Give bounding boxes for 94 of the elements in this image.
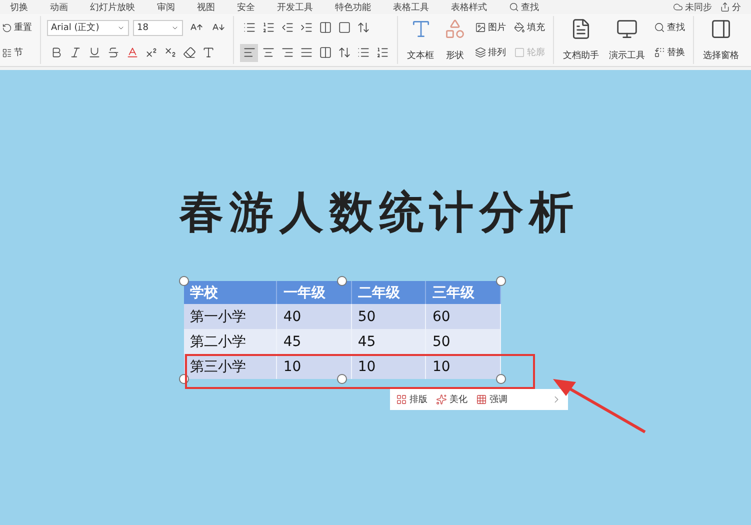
- image-icon: [475, 22, 486, 33]
- ribbon-tab[interactable]: 表格样式: [451, 0, 487, 14]
- font-color-icon: [126, 46, 138, 59]
- ribbon-button[interactable]: 演示工具: [606, 16, 648, 64]
- replace-icon: [654, 47, 665, 58]
- search-tab[interactable]: 查找: [509, 0, 539, 14]
- distribute-icon: [318, 46, 332, 59]
- columns-icon: [318, 21, 332, 34]
- underline-icon: [88, 46, 100, 59]
- resize-handle[interactable]: [337, 374, 347, 384]
- outdent-icon: [280, 21, 294, 34]
- ribbon-button[interactable]: 查找: [652, 18, 687, 38]
- outline-icon: [514, 47, 525, 58]
- italic-icon: [68, 46, 82, 59]
- align-left-button[interactable]: [240, 44, 258, 62]
- resize-handle[interactable]: [496, 374, 506, 384]
- text-box-icon: [338, 21, 350, 34]
- reset-icon: [2, 22, 12, 32]
- toolbar-button[interactable]: 排版: [396, 393, 428, 406]
- share-button[interactable]: 分: [720, 0, 741, 14]
- sync-button[interactable]: 未同步: [673, 0, 712, 14]
- indent-icon: [300, 21, 312, 34]
- ribbon-button[interactable]: 排列: [473, 42, 508, 62]
- ribbon-tab[interactable]: 视图: [197, 0, 215, 14]
- column-header: 三年级: [426, 281, 500, 304]
- column-header: 一年级: [276, 281, 352, 304]
- table-cell: 50: [351, 304, 426, 329]
- table-cell: 40: [276, 304, 352, 329]
- eraser-icon: [182, 46, 196, 59]
- table-cell: 第一小学: [184, 304, 277, 329]
- justify-icon: [300, 46, 312, 59]
- monitor-icon: [616, 18, 638, 40]
- ribbon-tab[interactable]: 特色功能: [335, 0, 371, 14]
- search-label: 查找: [521, 2, 539, 14]
- ribbon-tab[interactable]: 切换: [10, 0, 28, 14]
- grid-icon: [476, 394, 486, 405]
- table-cell: 第二小学: [184, 329, 277, 354]
- table-cell: 45: [276, 329, 352, 354]
- ribbon-button[interactable]: 重置: [0, 18, 34, 38]
- line-spacing-icon: [356, 21, 370, 34]
- toolbar-button[interactable]: 强调: [476, 393, 508, 406]
- table-cell: 10: [351, 354, 426, 379]
- ribbon-tab[interactable]: 安全: [237, 0, 255, 14]
- ribbon-button[interactable]: 图片: [473, 18, 508, 38]
- list-icon: [2, 48, 12, 58]
- ribbon-button[interactable]: 替换: [652, 42, 687, 62]
- ribbon-tab[interactable]: 表格工具: [393, 0, 429, 14]
- share-icon: [720, 2, 730, 12]
- column-header: 二年级: [351, 281, 426, 304]
- ribbon-button[interactable]: 文本框: [404, 16, 437, 64]
- resize-handle[interactable]: [179, 276, 189, 286]
- pane-icon: [710, 18, 732, 40]
- ribbon-button[interactable]: 节: [0, 42, 34, 62]
- resize-handle[interactable]: [496, 276, 506, 286]
- toolbar-button[interactable]: 美化: [436, 393, 468, 406]
- table-cell: 60: [426, 304, 500, 329]
- column-header: 学校: [184, 281, 277, 304]
- table-cell: 10: [426, 354, 500, 379]
- list-format-icon: [376, 46, 388, 59]
- ribbon-button[interactable]: 选择窗格: [700, 16, 742, 64]
- strikethrough-icon: [106, 46, 120, 59]
- search-icon: [509, 2, 519, 12]
- slide-title: 春游人数统计分析: [180, 188, 580, 238]
- table-cell: 45: [351, 329, 426, 354]
- search-icon: [654, 22, 665, 33]
- text-style-icon: [202, 46, 214, 59]
- document-icon: [570, 18, 592, 40]
- ribbon-tab[interactable]: 幻灯片放映: [90, 0, 135, 14]
- font-name-field[interactable]: Arial (正文): [47, 20, 129, 36]
- align-left-icon: [242, 46, 256, 59]
- fill-icon: [514, 22, 525, 33]
- spacing-icon: [338, 46, 350, 59]
- layers-icon: [475, 47, 486, 58]
- cloud-icon: [673, 2, 683, 12]
- subscript-icon: [164, 46, 176, 59]
- resize-handle[interactable]: [337, 276, 347, 286]
- ribbon-tab[interactable]: 开发工具: [277, 0, 313, 14]
- font-size-field[interactable]: 18: [133, 20, 183, 36]
- data-table[interactable]: 学校 一年级 二年级 三年级 第一小学 40 50 60 第二小学 45 45 50 第三小学 10 10 10: [184, 281, 501, 379]
- ribbon-button[interactable]: 填充: [512, 18, 547, 38]
- sparkle-icon: [436, 394, 446, 405]
- superscript-icon: [144, 46, 158, 59]
- table-cell: 第三小学: [184, 354, 277, 379]
- ribbon-button[interactable]: 文档助手: [560, 16, 602, 64]
- ribbon-button[interactable]: 形状: [441, 16, 469, 64]
- table-cell: 50: [426, 329, 500, 354]
- ribbon-tab[interactable]: 审阅: [157, 0, 175, 14]
- ribbon-tab[interactable]: 动画: [50, 0, 68, 14]
- align-right-icon: [280, 46, 294, 59]
- layout-icon: [396, 394, 406, 405]
- shapes-icon: [444, 18, 466, 40]
- numbered-list-icon: [262, 21, 274, 34]
- table-cell: 10: [276, 354, 352, 379]
- align-center-icon: [262, 46, 274, 59]
